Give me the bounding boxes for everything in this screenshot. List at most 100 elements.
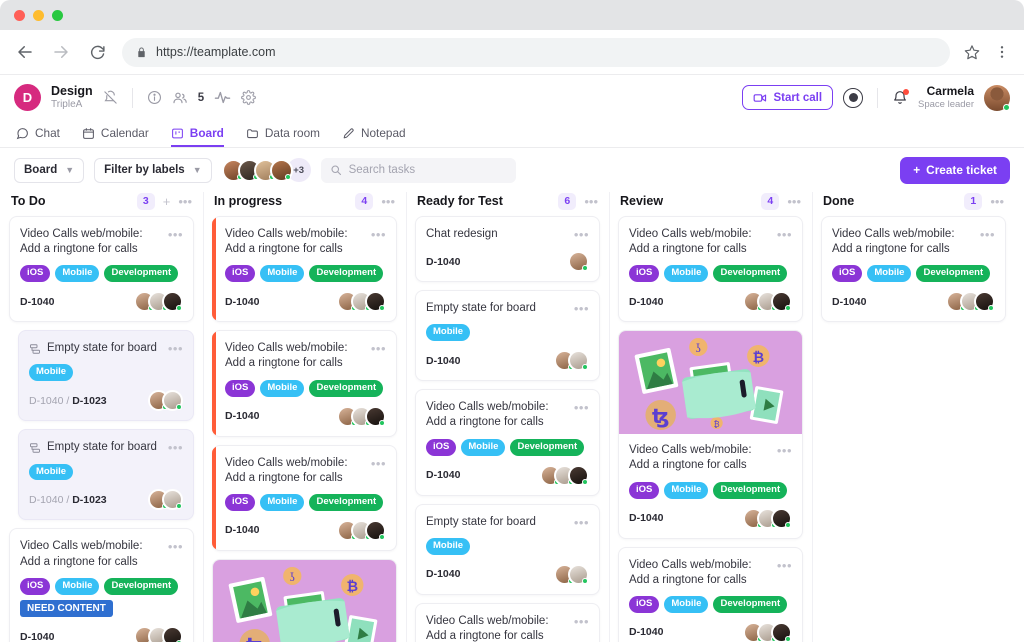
tag-mobile[interactable]: Mobile [260, 494, 304, 511]
tag-mobile[interactable]: Mobile [426, 538, 470, 555]
avatar[interactable] [162, 626, 183, 642]
add-card-icon[interactable]: + [163, 194, 171, 209]
tab-chat[interactable]: Chat [16, 126, 60, 147]
avatar[interactable] [984, 85, 1010, 111]
task-card[interactable]: Empty state for board•••MobileD-1040 [415, 290, 600, 381]
card-menu-icon[interactable]: ••• [980, 227, 995, 241]
avatar[interactable] [568, 564, 589, 585]
kanban-column-in-progress[interactable]: In progress4•••Video Calls web/mobile: A… [203, 186, 406, 642]
tag-ios[interactable]: iOS [832, 265, 862, 282]
start-call-button[interactable]: Start call [742, 85, 833, 110]
avatar[interactable] [771, 291, 792, 312]
bell-icon[interactable] [892, 90, 908, 106]
view-selector[interactable]: Board ▼ [14, 158, 84, 183]
tag-mobile[interactable]: Mobile [664, 482, 708, 499]
current-user[interactable]: Carmela Space leader [918, 84, 974, 111]
tag-development[interactable]: Development [309, 494, 383, 511]
avatar[interactable] [568, 251, 589, 272]
tag-mobile[interactable]: Mobile [29, 364, 73, 381]
window-maximize-button[interactable] [52, 10, 63, 21]
tag-mobile[interactable]: Mobile [664, 265, 708, 282]
kanban-column-done[interactable]: Done1•••Video Calls web/mobile: Add a ri… [812, 186, 1015, 642]
avatar[interactable] [365, 291, 386, 312]
task-card[interactable]: Video Calls web/mobile: Add a ringtone f… [212, 445, 397, 551]
task-card[interactable]: Video Calls web/mobile: Add a ringtone f… [821, 216, 1006, 322]
tag-development[interactable]: Development [510, 439, 584, 456]
card-menu-icon[interactable]: ••• [371, 227, 386, 241]
browser-menu-icon[interactable] [994, 44, 1010, 60]
tag-mobile[interactable]: Mobile [664, 596, 708, 613]
tag-mobile[interactable]: Mobile [867, 265, 911, 282]
card-menu-icon[interactable]: ••• [777, 558, 792, 572]
card-menu-icon[interactable]: ••• [777, 443, 792, 457]
card-menu-icon[interactable]: ••• [574, 400, 589, 414]
task-card[interactable]: Video Calls web/mobile: Add a ringtone f… [9, 528, 194, 642]
tab-notepad[interactable]: Notepad [342, 126, 406, 147]
tag-ios[interactable]: iOS [629, 482, 659, 499]
record-icon[interactable] [843, 88, 863, 108]
avatar[interactable] [365, 520, 386, 541]
card-menu-icon[interactable]: ••• [574, 614, 589, 628]
tag-ios[interactable]: iOS [629, 265, 659, 282]
search-input[interactable]: Search tasks [321, 158, 516, 183]
avatar[interactable] [568, 350, 589, 371]
tag-ios[interactable]: iOS [225, 265, 255, 282]
kanban-column-to-do[interactable]: To Do3+•••Video Calls web/mobile: Add a … [0, 186, 203, 642]
tag-ios[interactable]: iOS [20, 578, 50, 595]
tab-data-room[interactable]: Data room [246, 126, 320, 147]
task-card[interactable]: Video Calls web/mobile: Add a ringtone f… [212, 216, 397, 322]
tag-development[interactable]: Development [713, 596, 787, 613]
tag-ios[interactable]: iOS [225, 494, 255, 511]
assignee-avatars[interactable] [946, 291, 995, 312]
column-menu-icon[interactable]: ••• [787, 194, 801, 209]
create-ticket-button[interactable]: + Create ticket [900, 157, 1010, 184]
card-menu-icon[interactable]: ••• [574, 515, 589, 529]
card-menu-icon[interactable]: ••• [574, 227, 589, 241]
activity-pulse-icon[interactable] [214, 89, 231, 106]
member-avatar-stack[interactable]: +3 [222, 158, 311, 182]
avatar[interactable] [162, 489, 183, 510]
members-icon[interactable] [172, 90, 188, 106]
tag-need-content[interactable]: NEED CONTENT [20, 600, 113, 618]
assignee-avatars[interactable] [337, 406, 386, 427]
tab-board[interactable]: Board [171, 126, 224, 147]
address-bar[interactable]: https://teamplate.com [122, 38, 950, 67]
card-menu-icon[interactable]: ••• [371, 456, 386, 470]
window-close-button[interactable] [14, 10, 25, 21]
assignee-avatars[interactable] [554, 350, 589, 371]
task-card[interactable]: Video Calls web/mobile: Add a ringtone f… [618, 547, 803, 642]
card-menu-icon[interactable]: ••• [168, 341, 183, 355]
column-menu-icon[interactable]: ••• [178, 194, 192, 209]
avatar[interactable] [365, 406, 386, 427]
assignee-avatars[interactable] [540, 465, 589, 486]
assignee-avatars[interactable] [337, 291, 386, 312]
column-menu-icon[interactable]: ••• [990, 194, 1004, 209]
assignee-avatars[interactable] [134, 626, 183, 642]
assignee-avatars[interactable] [743, 622, 792, 642]
gear-icon[interactable] [241, 90, 256, 105]
tag-development[interactable]: Development [309, 265, 383, 282]
task-card[interactable]: Empty state for board•••MobileD-1040 / D… [18, 330, 194, 421]
avatar[interactable] [270, 159, 293, 182]
task-card[interactable]: Video Calls web/mobile: Add a ringtone f… [212, 330, 397, 436]
info-icon[interactable] [147, 90, 162, 105]
filter-by-labels-selector[interactable]: Filter by labels ▼ [94, 158, 211, 183]
assignee-avatars[interactable] [134, 291, 183, 312]
assignee-avatars[interactable] [554, 564, 589, 585]
avatar[interactable] [974, 291, 995, 312]
assignee-avatars[interactable] [743, 508, 792, 529]
avatar[interactable] [568, 465, 589, 486]
tag-development[interactable]: Development [713, 482, 787, 499]
card-menu-icon[interactable]: ••• [777, 227, 792, 241]
avatar[interactable] [162, 291, 183, 312]
avatar[interactable] [162, 390, 183, 411]
tag-ios[interactable]: iOS [629, 596, 659, 613]
task-card[interactable]: Video Calls web/mobile: Add a ringtone f… [618, 216, 803, 322]
card-menu-icon[interactable]: ••• [371, 341, 386, 355]
card-menu-icon[interactable]: ••• [168, 227, 183, 241]
window-minimize-button[interactable] [33, 10, 44, 21]
assignee-avatars[interactable] [743, 291, 792, 312]
tag-ios[interactable]: iOS [225, 380, 255, 397]
tag-mobile[interactable]: Mobile [55, 265, 99, 282]
column-menu-icon[interactable]: ••• [381, 194, 395, 209]
